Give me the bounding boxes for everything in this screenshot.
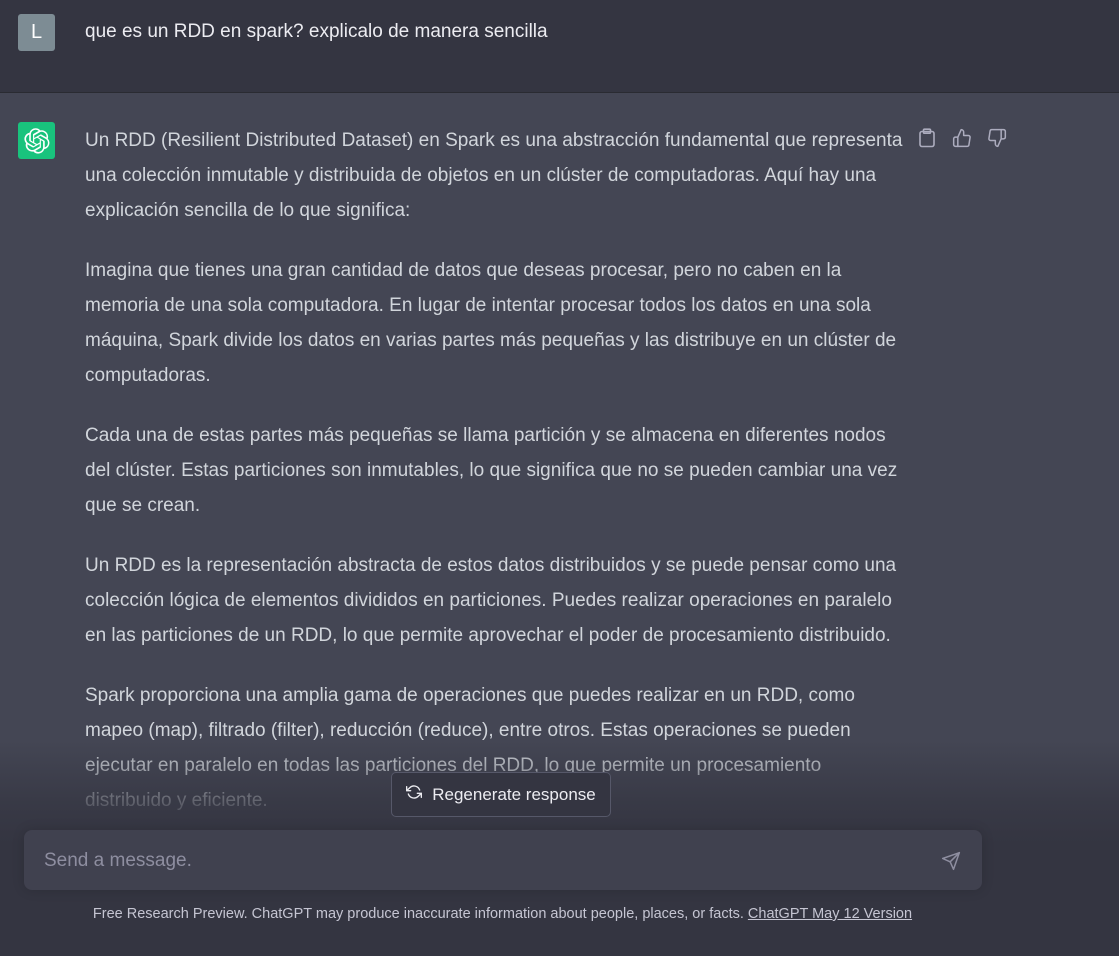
thumbs-down-icon[interactable]	[984, 125, 1009, 150]
message-actions	[914, 125, 1009, 150]
refresh-icon	[406, 784, 423, 805]
assistant-message-row: Un RDD (Resilient Distributed Dataset) e…	[0, 93, 1119, 956]
version-link[interactable]: ChatGPT May 12 Version	[748, 906, 912, 922]
user-message-row: L que es un RDD en spark? explicalo de m…	[0, 0, 1119, 93]
regenerate-label: Regenerate response	[432, 784, 596, 804]
clipboard-icon[interactable]	[914, 125, 939, 150]
user-message-text: que es un RDD en spark? explicalo de man…	[85, 21, 548, 42]
message-composer	[24, 830, 982, 890]
thumbs-up-icon[interactable]	[949, 125, 974, 150]
footer-text: Free Research Preview. ChatGPT may produ…	[92, 906, 744, 922]
assistant-response: Un RDD (Resilient Distributed Dataset) e…	[85, 123, 905, 843]
regenerate-response-button[interactable]: Regenerate response	[391, 772, 611, 817]
response-paragraph: Imagina que tienes una gran cantidad de …	[85, 260, 897, 386]
response-paragraph: Un RDD es la representación abstracta de…	[85, 555, 897, 646]
response-paragraph: Un RDD (Resilient Distributed Dataset) e…	[85, 130, 903, 221]
user-avatar: L	[18, 14, 55, 51]
send-icon[interactable]	[940, 850, 962, 872]
chatgpt-logo-icon	[18, 122, 55, 159]
message-input[interactable]	[42, 844, 926, 878]
footer-disclaimer: Free Research Preview. ChatGPT may produ…	[0, 906, 1005, 922]
response-paragraph: Cada una de estas partes más pequeñas se…	[85, 425, 898, 516]
